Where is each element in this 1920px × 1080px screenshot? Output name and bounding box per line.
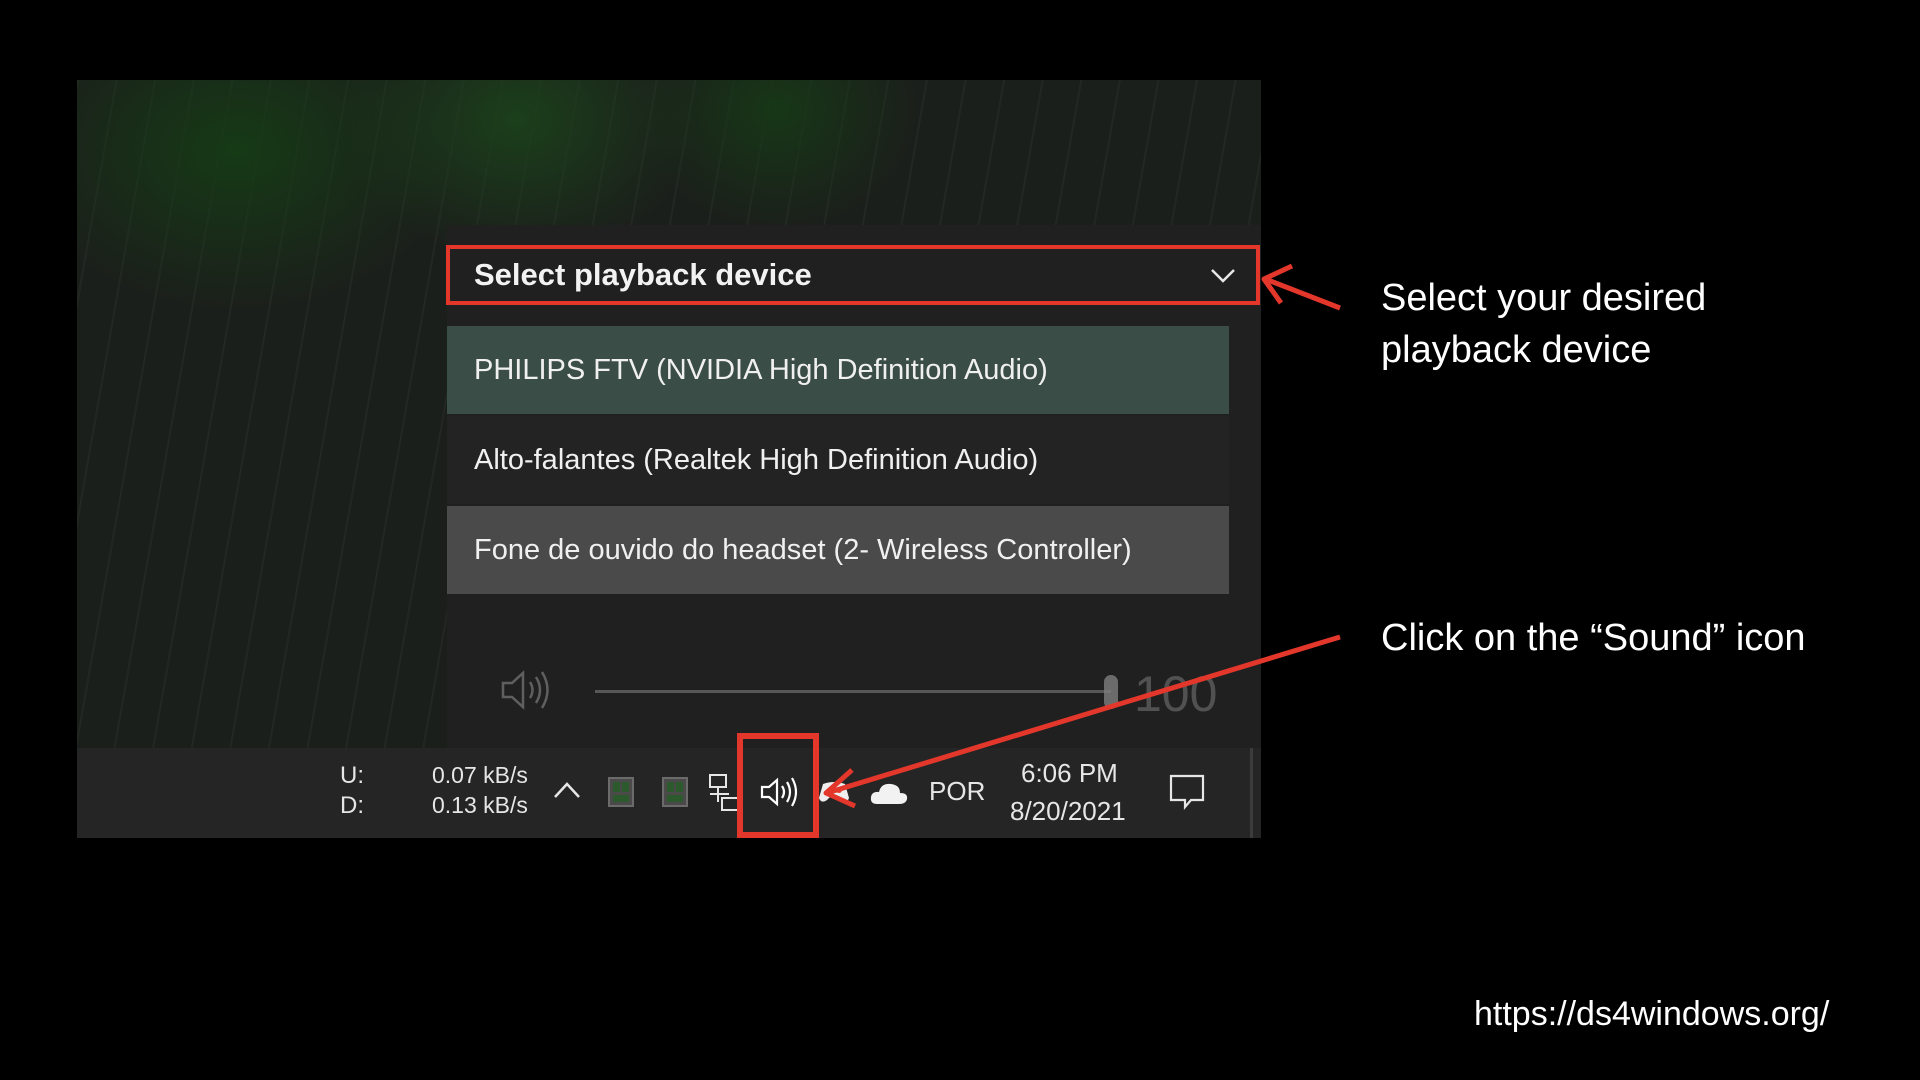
annotation-click-sound: Click on the “Sound” icon	[1381, 617, 1806, 659]
footer-url: https://ds4windows.org/	[1474, 995, 1830, 1033]
arrow-to-sound-icon	[823, 634, 1341, 809]
annotation-select-device: Select your desired playback device	[1381, 277, 1707, 371]
annotation-arrows	[823, 263, 1341, 809]
arrow-to-dropdown	[1261, 263, 1341, 311]
